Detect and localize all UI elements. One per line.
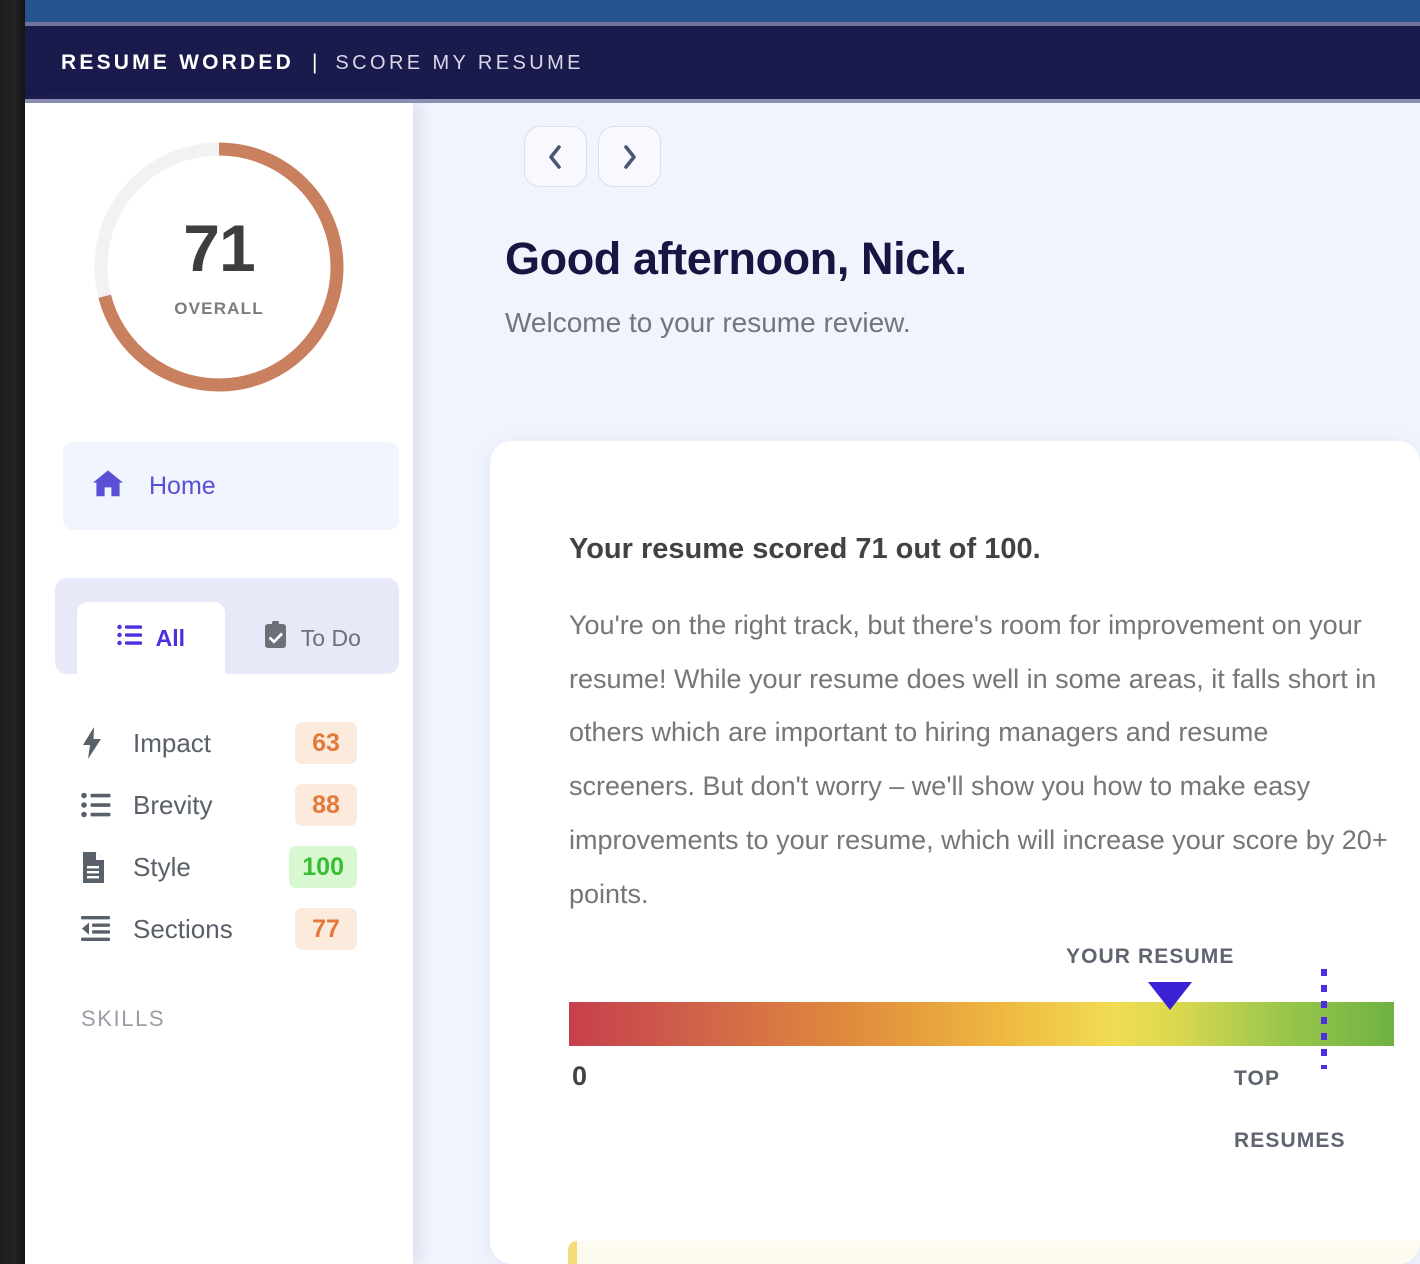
home-icon bbox=[91, 469, 125, 504]
tip-callout bbox=[568, 1241, 1420, 1264]
pager-controls bbox=[524, 126, 661, 187]
document-icon bbox=[81, 851, 117, 883]
clipboard-check-icon bbox=[263, 621, 288, 655]
score-row-brevity-value: 88 bbox=[295, 784, 357, 826]
sidebar: 71 OVERALL Home All To Do Impact 63 Brev… bbox=[25, 103, 413, 1264]
gauge-max-label-line1: TOP bbox=[1234, 1067, 1281, 1091]
chevron-right-icon bbox=[621, 144, 638, 170]
score-row-style-label: Style bbox=[133, 851, 191, 882]
next-button[interactable] bbox=[598, 126, 661, 187]
tab-all[interactable]: All bbox=[77, 602, 225, 674]
your-resume-marker-label: YOUR RESUME bbox=[1066, 945, 1235, 969]
list-icon bbox=[116, 624, 143, 652]
tab-all-label: All bbox=[155, 624, 186, 651]
score-row-sections[interactable]: Sections 77 bbox=[81, 898, 399, 960]
bolt-icon bbox=[81, 727, 117, 759]
score-row-brevity[interactable]: Brevity 88 bbox=[81, 774, 399, 836]
brand-logo[interactable]: RESUME WORDED | SCORE MY RESUME bbox=[61, 51, 584, 75]
indent-icon bbox=[81, 916, 117, 942]
score-row-impact[interactable]: Impact 63 bbox=[81, 712, 399, 774]
brand-name: RESUME WORDED bbox=[61, 50, 294, 74]
product-name: SCORE MY RESUME bbox=[335, 51, 584, 74]
greeting-block: Good afternoon, Nick. Welcome to your re… bbox=[505, 233, 967, 339]
score-row-style-value: 100 bbox=[289, 846, 357, 888]
page-subtitle: Welcome to your resume review. bbox=[505, 307, 911, 338]
score-summary-card: Your resume scored 71 out of 100. You're… bbox=[490, 441, 1420, 1264]
score-summary-body: You're on the right track, but there's r… bbox=[569, 610, 1388, 909]
score-row-impact-value: 63 bbox=[295, 722, 357, 764]
app-header: RESUME WORDED | SCORE MY RESUME bbox=[25, 26, 1420, 99]
score-row-style[interactable]: Style 100 bbox=[81, 836, 399, 898]
prev-button[interactable] bbox=[524, 126, 587, 187]
overall-score-ring: 71 OVERALL bbox=[86, 134, 352, 400]
top-resumes-threshold-line bbox=[1321, 969, 1327, 1070]
gauge-min-label: 0 bbox=[572, 1061, 588, 1092]
overall-score-value: 71 bbox=[183, 211, 255, 285]
browser-top-strip bbox=[25, 0, 1420, 22]
brand-divider: | bbox=[311, 50, 318, 74]
tab-todo[interactable]: To Do bbox=[225, 602, 399, 674]
score-summary-title: Your resume scored 71 out of 100. bbox=[569, 533, 1041, 565]
chevron-left-icon bbox=[547, 144, 564, 170]
score-summary-content: Your resume scored 71 out of 100. You're… bbox=[490, 441, 1420, 1152]
page-title: Good afternoon, Nick. bbox=[505, 233, 967, 284]
sidebar-item-home-label: Home bbox=[149, 471, 216, 500]
tab-todo-label: To Do bbox=[300, 624, 361, 651]
sidebar-tabs: All To Do bbox=[55, 578, 399, 674]
score-gradient-bar bbox=[569, 1002, 1394, 1047]
score-row-sections-value: 77 bbox=[295, 908, 357, 950]
sidebar-item-home[interactable]: Home bbox=[63, 442, 399, 530]
gauge-max-label-line2: RESUMES bbox=[1234, 1129, 1346, 1153]
score-row-sections-label: Sections bbox=[133, 913, 233, 944]
score-ring-center: 71 OVERALL bbox=[86, 134, 352, 400]
score-breakdown-list: Impact 63 Brevity 88 Style 100 Sections … bbox=[25, 712, 413, 960]
app-root: RESUME WORDED | SCORE MY RESUME 71 OVERA… bbox=[0, 0, 1420, 1264]
score-row-impact-label: Impact bbox=[133, 727, 212, 758]
overall-score-label: OVERALL bbox=[174, 299, 264, 318]
score-row-brevity-label: Brevity bbox=[133, 789, 213, 820]
sidebar-section-header-skills: SKILLS bbox=[81, 1006, 166, 1031]
list-icon bbox=[81, 792, 117, 818]
your-resume-marker bbox=[1148, 982, 1192, 1011]
left-gutter bbox=[0, 0, 25, 1264]
